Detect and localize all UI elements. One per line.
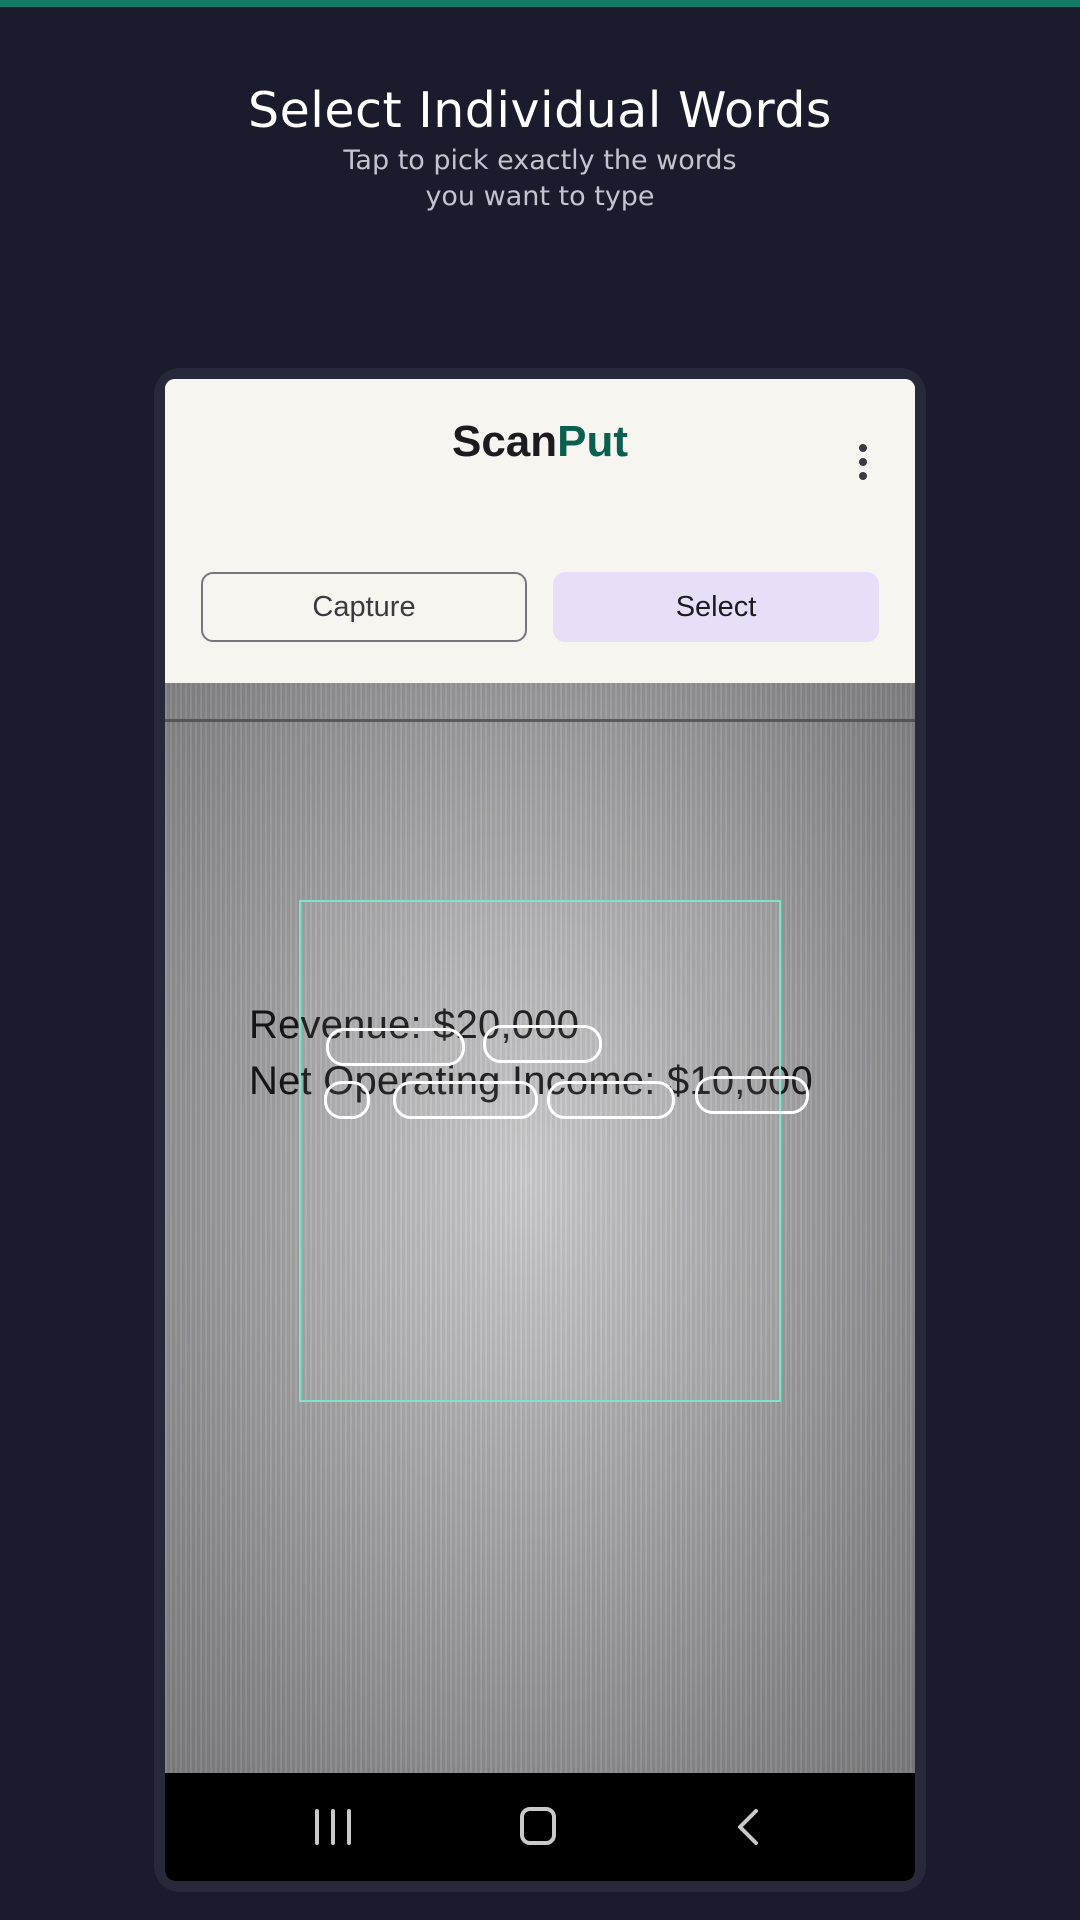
- word-highlight[interactable]: [483, 1025, 602, 1063]
- app-title-scan: Scan: [451, 417, 558, 466]
- top-accent-bar: [0, 0, 1080, 7]
- word-highlight[interactable]: [393, 1081, 538, 1119]
- home-icon[interactable]: [520, 1807, 556, 1845]
- app-title-put: Put: [557, 417, 629, 466]
- camera-preview: Revenue: $20,000 Net Operating Income: $…: [165, 683, 915, 1773]
- scan-region-frame[interactable]: [299, 900, 781, 1402]
- capture-tab-button[interactable]: Capture: [201, 572, 527, 642]
- phone-screen: ScanPut Capture Select Revenue: $20,000 …: [165, 379, 915, 1881]
- app-title: ScanPut: [165, 417, 915, 467]
- select-tab-button[interactable]: Select: [553, 572, 879, 642]
- app-header: ScanPut Capture Select: [165, 379, 915, 683]
- word-highlight[interactable]: [324, 1081, 370, 1119]
- back-icon[interactable]: [730, 1807, 770, 1847]
- word-highlight[interactable]: [547, 1081, 675, 1119]
- promo-subtitle-line-1: Tap to pick exactly the words: [343, 145, 737, 176]
- promo-subtitle: Tap to pick exactly the words you want t…: [0, 143, 1080, 215]
- system-nav-bar: [165, 1773, 915, 1881]
- more-vert-icon[interactable]: [845, 439, 881, 485]
- word-highlight[interactable]: [326, 1028, 465, 1066]
- recents-icon[interactable]: [315, 1809, 351, 1845]
- word-highlight[interactable]: [695, 1076, 809, 1114]
- promo-title: Select Individual Words: [248, 82, 832, 139]
- paper-edge: [165, 719, 915, 722]
- promo-subtitle-line-2: you want to type: [425, 181, 655, 212]
